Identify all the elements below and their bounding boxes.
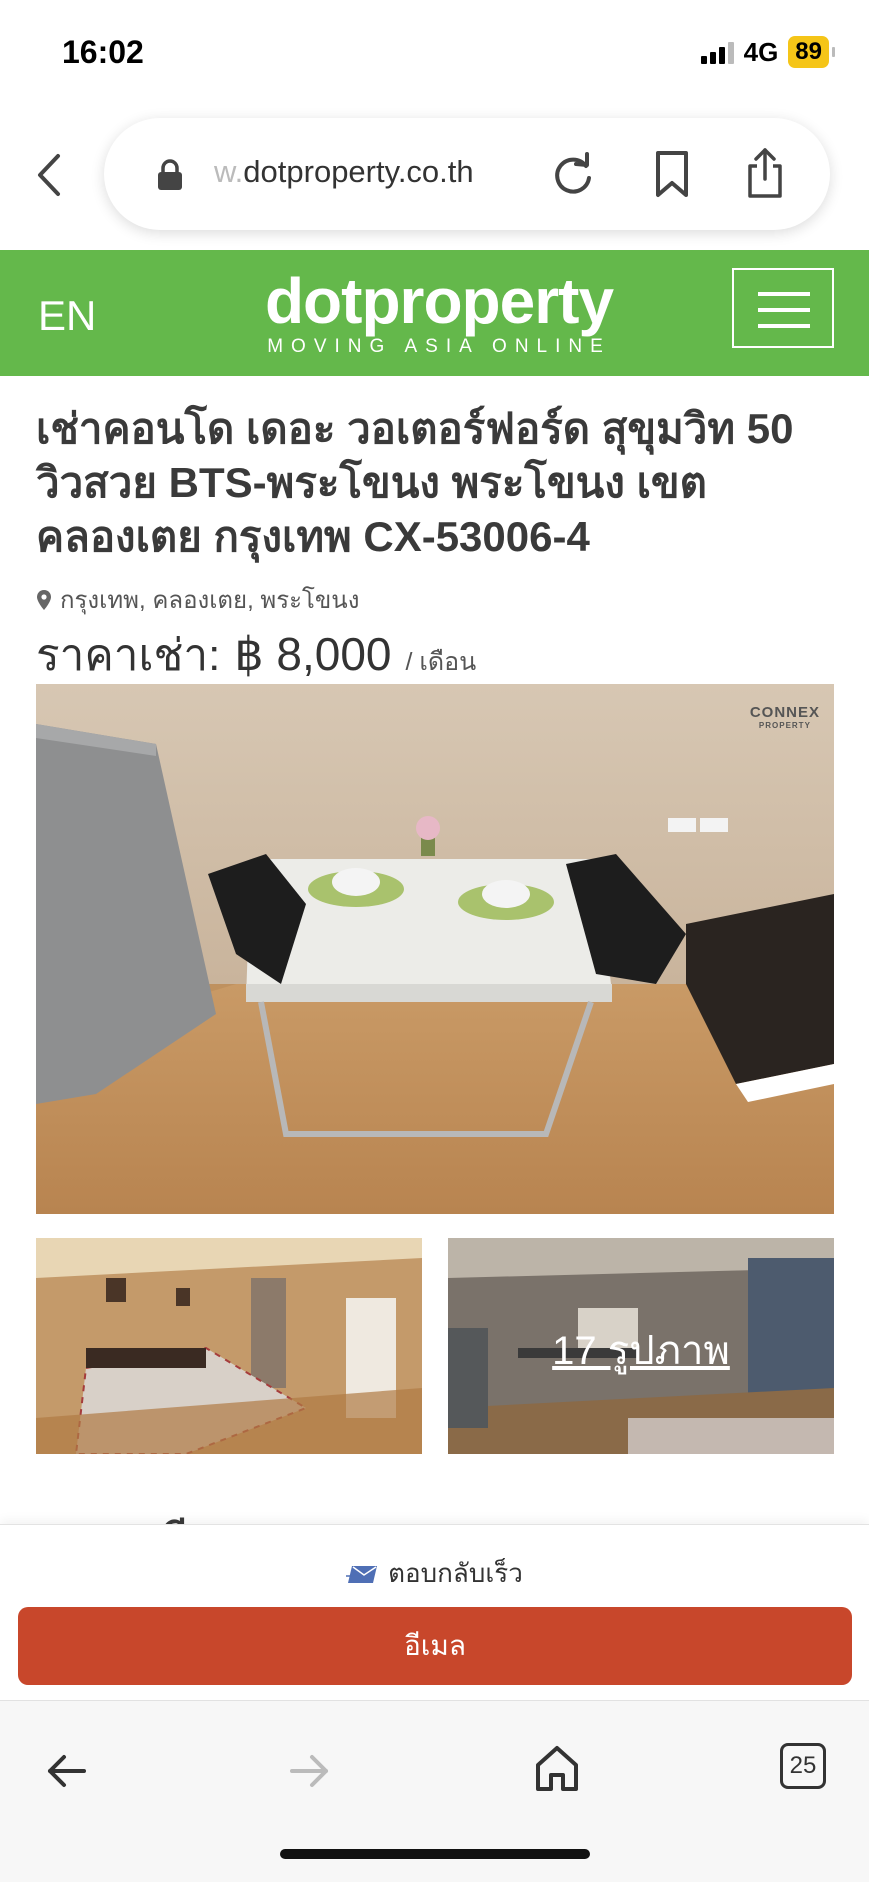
listing-location: กรุงเทพ, คลองเตย, พระโขนง [36,580,359,619]
url-prefix: w. [214,154,244,189]
main-listing-photo[interactable]: CONNEX PROPERTY [36,684,834,1214]
url-text[interactable]: w.dotproperty.co.th [214,154,474,190]
watermark-sub: PROPERTY [758,721,811,730]
tabs-icon[interactable]: 25 [780,1743,826,1789]
photo-count-link[interactable]: 17 รูปภาพ [448,1318,834,1382]
lock-icon [158,159,182,190]
forward-arrow-icon[interactable] [288,1749,332,1793]
battery-icon: 89 [788,36,829,68]
back-arrow-icon[interactable] [44,1749,88,1793]
url-domain: dotproperty.co.th [243,154,474,189]
mail-fast-icon [346,1565,378,1583]
status-bar: 16:02 4G 89 [0,0,869,104]
price-unit: / เดือน [405,648,477,676]
price-row: ราคาเช่า: ฿ 8,000 / เดือน [36,620,476,690]
network-type: 4G [743,36,779,67]
language-switch[interactable]: EN [38,292,96,340]
quick-reply-notice: ตอบกลับเร็ว [0,1553,869,1594]
thumbnail-bedroom-photo[interactable] [36,1238,422,1454]
signal-icon [700,40,734,64]
status-time: 16:02 [62,34,144,70]
price-value: ฿ 8,000 [234,628,392,680]
dining-room-photo [36,684,834,1214]
home-indicator [280,1849,590,1859]
watermark-brand: CONNEX [749,704,820,721]
price-label: ราคาเช่า: [36,631,221,680]
location-pin-icon [37,589,51,610]
bedroom-photo [36,1238,422,1454]
back-icon[interactable] [30,150,70,200]
site-logo[interactable]: dotproperty MOVING ASIA ONLINE [244,266,634,358]
status-indicators: 4G 89 [700,36,835,68]
address-bar[interactable]: w.dotproperty.co.th [104,118,830,230]
thumbnail-more-photos[interactable]: 17 รูปภาพ [448,1238,834,1454]
contact-bar: ตอบกลับเร็ว อีเมล [0,1524,869,1700]
location-text: กรุงเทพ, คลองเตย, พระโขนง [60,587,360,614]
hamburger-menu-icon[interactable] [732,268,834,348]
share-icon[interactable] [744,146,786,200]
browser-address-row: w.dotproperty.co.th [0,104,869,250]
home-icon[interactable] [534,1743,580,1793]
site-header: EN dotproperty MOVING ASIA ONLINE [0,250,869,376]
photo-watermark: CONNEX PROPERTY [750,704,820,730]
logo-tagline: MOVING ASIA ONLINE [267,336,611,357]
listing-title: เช่าคอนโด เดอะ วอเตอร์ฟอร์ด สุขุมวิท 50 … [36,405,794,560]
logo-wordmark: dotproperty [264,265,614,337]
reload-icon[interactable] [550,152,596,198]
battery-tip [832,47,835,57]
email-button[interactable]: อีเมล [18,1607,852,1685]
browser-toolbar: 25 [0,1700,869,1882]
bookmark-icon[interactable] [652,150,692,198]
quick-reply-text: ตอบกลับเร็ว [388,1558,523,1588]
